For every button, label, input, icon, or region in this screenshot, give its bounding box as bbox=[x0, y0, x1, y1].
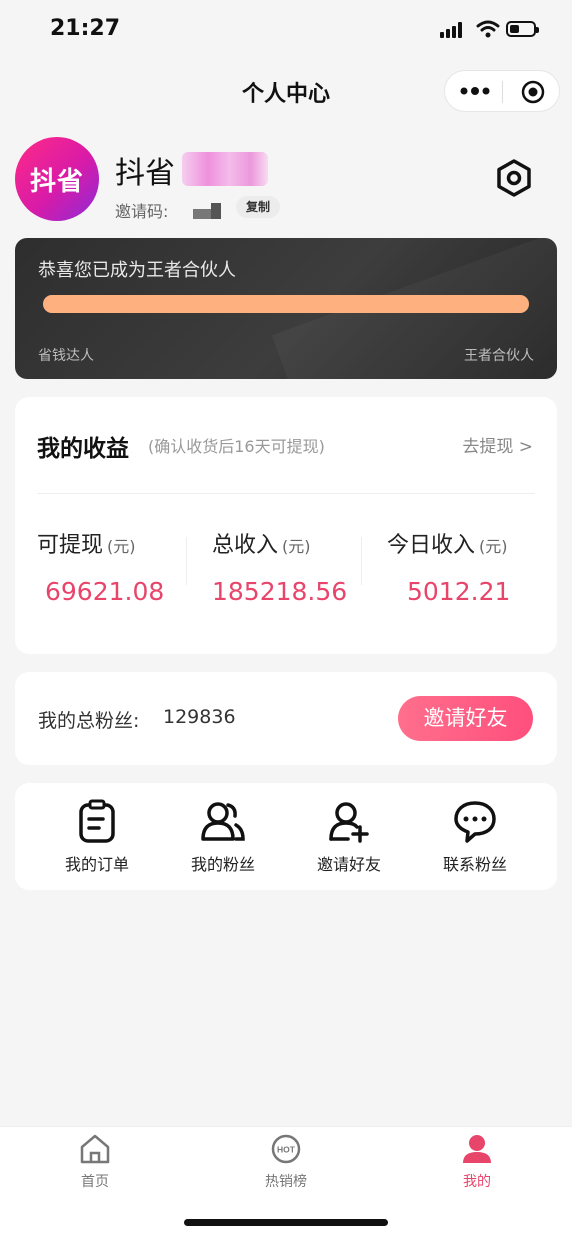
menu-item-label: 我的订单 bbox=[64, 855, 129, 874]
fans-card: 我的总粉丝: 129836 邀请好友 bbox=[15, 672, 557, 765]
stat-value: 185218.56 bbox=[212, 577, 348, 606]
avatar[interactable]: 抖省 bbox=[15, 137, 99, 221]
more-icon[interactable] bbox=[459, 83, 491, 99]
tab-hot[interactable]: HOT 热销榜 bbox=[191, 1133, 381, 1191]
stat-unit: (元) bbox=[282, 537, 311, 556]
user-name: 抖省 bbox=[115, 156, 175, 191]
close-target-icon[interactable] bbox=[521, 80, 545, 104]
menu-item-invite[interactable]: 邀请好友 bbox=[286, 799, 412, 875]
withdraw-link[interactable]: 去提现 > bbox=[462, 432, 533, 457]
income-title: 我的收益 bbox=[37, 436, 129, 462]
tab-label: 热销榜 bbox=[265, 1174, 307, 1190]
stat-label: 总收入 bbox=[212, 533, 279, 558]
quick-menu: 我的订单 我的粉丝 邀请好友 联系粉丝 bbox=[15, 783, 557, 890]
home-icon bbox=[80, 1134, 110, 1164]
invite-code-label: 邀请码: bbox=[115, 202, 169, 221]
tab-label: 首页 bbox=[81, 1174, 109, 1190]
stat-withdrawable: 可提现 (元) 69621.08 bbox=[37, 527, 207, 606]
stat-value: 69621.08 bbox=[45, 577, 165, 606]
tab-home[interactable]: 首页 bbox=[0, 1133, 190, 1191]
stat-label: 今日收入 bbox=[387, 533, 476, 558]
menu-item-contact[interactable]: 联系粉丝 bbox=[412, 799, 538, 875]
fans-label: 我的总粉丝: bbox=[38, 710, 140, 732]
menu-item-label: 联系粉丝 bbox=[442, 855, 507, 874]
stat-unit: (元) bbox=[107, 537, 136, 556]
fans-count: 129836 bbox=[163, 706, 236, 728]
signal-icon bbox=[440, 22, 462, 38]
chat-icon bbox=[454, 801, 496, 843]
tab-mine[interactable]: 我的 bbox=[382, 1133, 572, 1191]
wifi-icon bbox=[476, 20, 500, 38]
user-icon bbox=[463, 1135, 491, 1163]
hot-icon: HOT bbox=[271, 1134, 301, 1164]
hot-icon-text: HOT bbox=[277, 1145, 296, 1155]
divider bbox=[361, 537, 362, 585]
partner-message: 恭喜您已成为王者合伙人 bbox=[38, 260, 236, 281]
stat-label: 可提现 bbox=[37, 533, 104, 558]
stat-unit: (元) bbox=[479, 537, 508, 556]
income-card: 我的收益 (确认收货后16天可提现) 去提现 > 可提现 (元) 69621.08… bbox=[15, 397, 557, 654]
redacted-invite-code bbox=[193, 203, 221, 219]
level-to: 王者合伙人 bbox=[464, 348, 534, 364]
order-icon bbox=[79, 799, 115, 843]
menu-item-label: 邀请好友 bbox=[316, 855, 381, 874]
status-time: 21:27 bbox=[50, 16, 121, 41]
mini-program-capsule bbox=[444, 70, 560, 112]
level-from: 省钱达人 bbox=[38, 348, 94, 364]
home-indicator bbox=[184, 1219, 388, 1226]
battery-icon bbox=[506, 21, 539, 37]
menu-item-orders[interactable]: 我的订单 bbox=[34, 799, 160, 875]
level-progress-fill bbox=[43, 295, 529, 313]
stat-today-income: 今日收入 (元) 5012.21 bbox=[387, 527, 557, 606]
copy-button[interactable]: 复制 bbox=[236, 196, 280, 218]
add-user-icon bbox=[329, 802, 369, 843]
fans-icon bbox=[201, 802, 245, 841]
tab-label: 我的 bbox=[463, 1174, 491, 1190]
menu-item-fans[interactable]: 我的粉丝 bbox=[160, 799, 286, 875]
redacted-name bbox=[182, 152, 268, 186]
invite-friends-button[interactable]: 邀请好友 bbox=[398, 696, 533, 741]
stat-value: 5012.21 bbox=[407, 577, 511, 606]
menu-item-label: 我的粉丝 bbox=[190, 855, 255, 874]
partner-level-card: 恭喜您已成为王者合伙人 省钱达人 王者合伙人 bbox=[15, 238, 557, 379]
stat-total-income: 总收入 (元) 185218.56 bbox=[212, 527, 382, 606]
income-note: (确认收货后16天可提现) bbox=[148, 437, 325, 456]
divider bbox=[37, 493, 535, 494]
settings-icon[interactable] bbox=[495, 158, 533, 198]
divider bbox=[186, 537, 187, 585]
level-progress-bar bbox=[43, 295, 529, 313]
